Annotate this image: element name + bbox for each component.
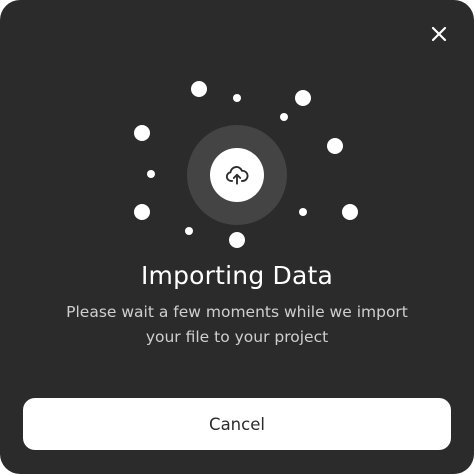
loading-dot [280,113,288,121]
cancel-button[interactable]: Cancel [23,398,451,450]
cloud-upload-icon [225,166,249,185]
loading-dot [229,232,245,248]
import-dialog: Importing Data Please wait a few moments… [0,0,474,474]
loading-dot [191,81,207,97]
loading-dot [299,208,307,216]
loading-dot [185,227,193,235]
loading-dot [327,138,343,154]
dialog-title: Importing Data [140,261,334,290]
upload-icon-badge [210,148,264,202]
loading-dot [134,204,150,220]
loading-dot [295,90,311,106]
loading-dot [147,170,155,178]
loading-dot [342,204,358,220]
loading-dot [134,125,150,141]
dialog-message: Please wait a few moments while we impor… [66,303,408,346]
loading-dot [233,94,241,102]
